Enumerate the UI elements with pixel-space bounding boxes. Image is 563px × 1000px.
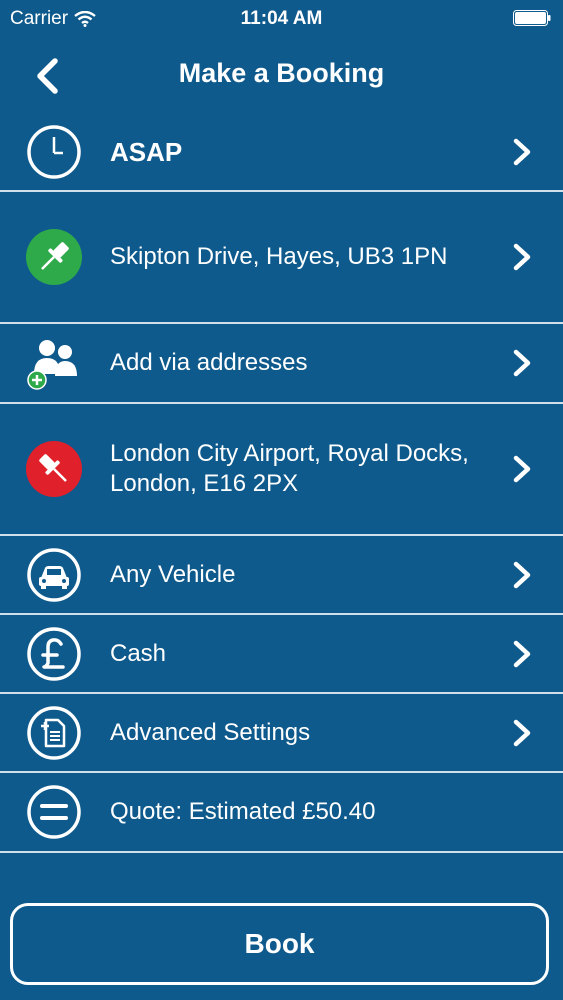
settings-document-icon xyxy=(27,705,81,760)
car-icon xyxy=(27,547,81,602)
time-row[interactable]: ASAP xyxy=(0,114,563,192)
chevron-right-icon xyxy=(513,455,531,483)
chevron-right-icon xyxy=(513,719,531,746)
dropoff-address: London City Airport, Royal Docks, London… xyxy=(110,440,469,497)
pound-icon xyxy=(27,626,81,681)
via-addresses-label: Add via addresses xyxy=(110,349,308,376)
page-title: Make a Booking xyxy=(178,58,385,88)
pickup-address-row[interactable]: Skipton Drive, Hayes, UB3 1PN xyxy=(0,192,563,324)
vehicle-row[interactable]: Any Vehicle xyxy=(0,536,563,615)
dropoff-address-row[interactable]: London City Airport, Royal Docks, London… xyxy=(0,404,563,536)
via-addresses-row[interactable]: Add via addresses xyxy=(0,324,563,404)
advanced-settings-label: Advanced Settings xyxy=(110,718,311,746)
battery-icon xyxy=(513,10,551,26)
chevron-right-icon xyxy=(513,138,531,166)
chevron-right-icon xyxy=(513,640,531,667)
equals-icon xyxy=(27,785,81,839)
status-bar: Carrier 11:04 AM xyxy=(0,0,563,38)
book-button-label: Book xyxy=(244,928,315,959)
booking-options-list: ASAP Skipton Drive, Hayes, UB3 1PN Add v… xyxy=(0,114,563,853)
dropoff-pin-icon xyxy=(26,441,82,497)
chevron-right-icon xyxy=(513,561,531,588)
chevron-right-icon xyxy=(513,349,531,377)
chevron-right-icon xyxy=(513,243,531,271)
quote-row: Quote: Estimated £50.40 xyxy=(0,773,563,853)
time-label: ASAP xyxy=(110,137,183,167)
status-time: 11:04 AM xyxy=(240,8,323,29)
book-button[interactable]: Book xyxy=(10,903,549,985)
payment-label: Cash xyxy=(110,639,167,667)
advanced-settings-row[interactable]: Advanced Settings xyxy=(0,694,563,773)
pickup-pin-icon xyxy=(26,229,82,285)
nav-bar: Make a Booking xyxy=(0,38,563,114)
vehicle-label: Any Vehicle xyxy=(110,560,236,588)
add-people-icon xyxy=(27,340,77,390)
quote-label: Quote: Estimated £50.40 xyxy=(110,798,376,825)
clock-icon xyxy=(27,125,81,179)
pickup-address: Skipton Drive, Hayes, UB3 1PN xyxy=(110,243,448,270)
payment-row[interactable]: Cash xyxy=(0,615,563,694)
